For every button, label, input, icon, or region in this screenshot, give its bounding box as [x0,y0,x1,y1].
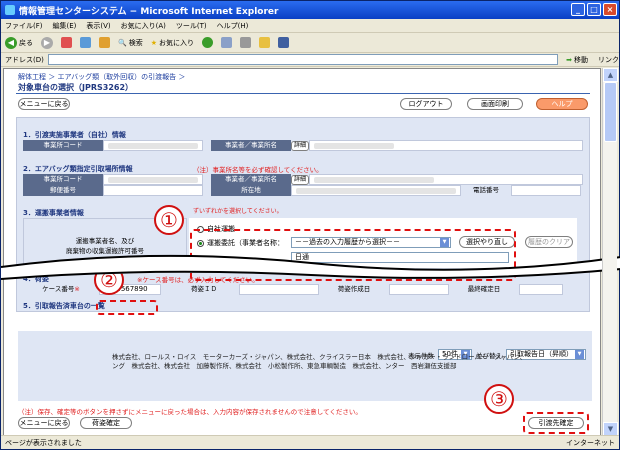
links-label[interactable]: リンク [598,55,619,65]
forward-button[interactable]: ▶ [41,36,53,49]
back-label: 戻る [19,38,33,47]
section3-heading: 3．運搬事業者情報 [23,209,84,217]
section2-row2: 郵便番号 所在地 電話番号 [23,185,583,196]
menu-view[interactable]: 表示(V) [86,21,110,31]
tel-label: 電話番号 [461,185,511,196]
company-list-text: 株式会社、ロールス・ロイス モーターカーズ・ジャパン、株式会社、クライスラー日本… [112,353,527,370]
window-title: 情報管理センターシステム − Microsoft Internet Explor… [19,6,279,17]
forward-arrow-icon: ▶ [41,36,53,49]
search-icon: 🔍 [118,38,127,47]
scroll-up-icon[interactable]: ▲ [603,68,618,82]
status-right: インターネット [566,438,615,447]
favorites-button[interactable]: ★ お気に入り [151,38,194,48]
name-value-2 [309,174,583,185]
name-label: 事業者／事業所名 [211,140,291,151]
menu-favorites[interactable]: お気に入り(A) [121,21,166,31]
menu-help[interactable]: ヘルプ(H) [217,21,249,31]
tel-value [511,185,581,196]
search-label: 検索 [128,38,143,47]
section3-note: ずいずれかを選択してください。 [193,208,283,215]
name-value [309,140,583,151]
go-button[interactable]: ➡ 移動 [566,55,588,65]
zip-label: 郵便番号 [23,185,103,196]
menu-back-button[interactable]: メニューに戻る [18,98,70,110]
address-bar: アドレス(D) ➡ 移動 リンク [1,53,619,67]
folder-icon[interactable] [259,37,270,48]
page-title: 対象車台の選択（JPRS3262） [18,83,134,92]
zip-value [103,185,203,196]
print-button[interactable]: 画面印刷 [467,98,523,110]
favorites-label: お気に入り [159,38,194,47]
footer-note: （注）保存、確定等のボタンを押さずにメニューに戻った場合は、入力内容が保存されま… [18,408,362,416]
minimize-button[interactable]: _ [571,3,585,16]
callout-1: ① [154,205,184,235]
breadcrumb: 解体工程 ＞ エアバッグ類（取外回収）の引渡報告 ＞ [18,73,186,81]
stop-icon[interactable] [61,37,72,48]
callout-3: ③ [484,384,514,414]
vertical-scrollbar[interactable]: ▲ ▼ [602,68,618,436]
address-value [291,185,461,196]
back-button[interactable]: ◀ 戻る [5,36,33,49]
carrier-label-line1: 運搬事業者名、及び [75,237,135,245]
print-icon[interactable] [240,37,251,48]
scroll-down-icon[interactable]: ▼ [603,422,618,436]
menu-edit[interactable]: 編集(E) [53,21,77,31]
help-button[interactable]: ヘルプ [536,98,588,110]
close-button[interactable]: × [603,3,617,16]
address-input[interactable] [47,54,559,65]
go-label: 移動 [574,55,588,64]
logout-button[interactable]: ログアウト [400,98,452,110]
ie-app-icon [5,5,15,15]
scroll-thumb[interactable] [604,82,617,142]
history-icon[interactable] [202,37,213,48]
messenger-icon[interactable] [278,37,289,48]
code-value-2 [103,174,203,185]
go-arrow-icon: ➡ [566,55,572,64]
menu-back-button-bottom[interactable]: メニューに戻る [18,417,70,429]
toolbar: ◀ 戻る ▶ 🔍 検索 ★ お気に入り [1,33,619,53]
code-value [103,140,203,151]
back-arrow-icon: ◀ [5,36,17,49]
address-label: アドレス(D) [5,55,44,64]
section1-heading: 1．引渡実施事業者（自社）情報 [23,131,126,139]
title-divider [16,93,590,94]
detail-button[interactable]: 詳細 [291,140,309,151]
title-bar: 情報管理センターシステム − Microsoft Internet Explor… [1,1,619,19]
section2-heading: 2．エアバッグ類指定引取場所情報 [23,165,133,173]
search-button[interactable]: 🔍 検索 [118,38,143,48]
pack-confirm-button[interactable]: 荷姿確定 [80,417,132,429]
code-label-2: 事業所コード [23,174,103,185]
torn-page-divider [1,254,620,280]
mail-icon[interactable] [221,37,232,48]
name-label-2: 事業者／事業所名 [211,174,291,185]
menu-tools[interactable]: ツール(T) [176,21,207,31]
maximize-button[interactable]: □ [587,3,601,16]
status-left: ページが表示されました [5,438,82,447]
menu-bar: ファイル(F) 編集(E) 表示(V) お気に入り(A) ツール(T) ヘルプ(… [1,19,619,33]
section5-heading: 5．引取報告済車台の一覧 [23,302,105,310]
address-field-label: 所在地 [211,185,291,196]
detail-button-2[interactable]: 詳細 [291,174,309,185]
home-icon[interactable] [99,37,110,48]
status-bar: ページが表示されました インターネット [1,435,619,449]
section1-row: 事業所コード 事業者／事業所名 詳細 [23,140,583,151]
highlight-case [96,300,158,315]
section2-row1: 事業所コード 事業者／事業所名 詳細 [23,174,583,185]
code-label: 事業所コード [23,140,103,151]
browser-window: 情報管理センターシステム − Microsoft Internet Explor… [0,0,620,450]
star-icon: ★ [150,38,157,47]
highlight-confirm [523,412,589,434]
section2-note: （注）事業所名等を必ず確認してください。 [193,166,323,174]
refresh-icon[interactable] [80,37,91,48]
menu-file[interactable]: ファイル(F) [5,21,43,31]
